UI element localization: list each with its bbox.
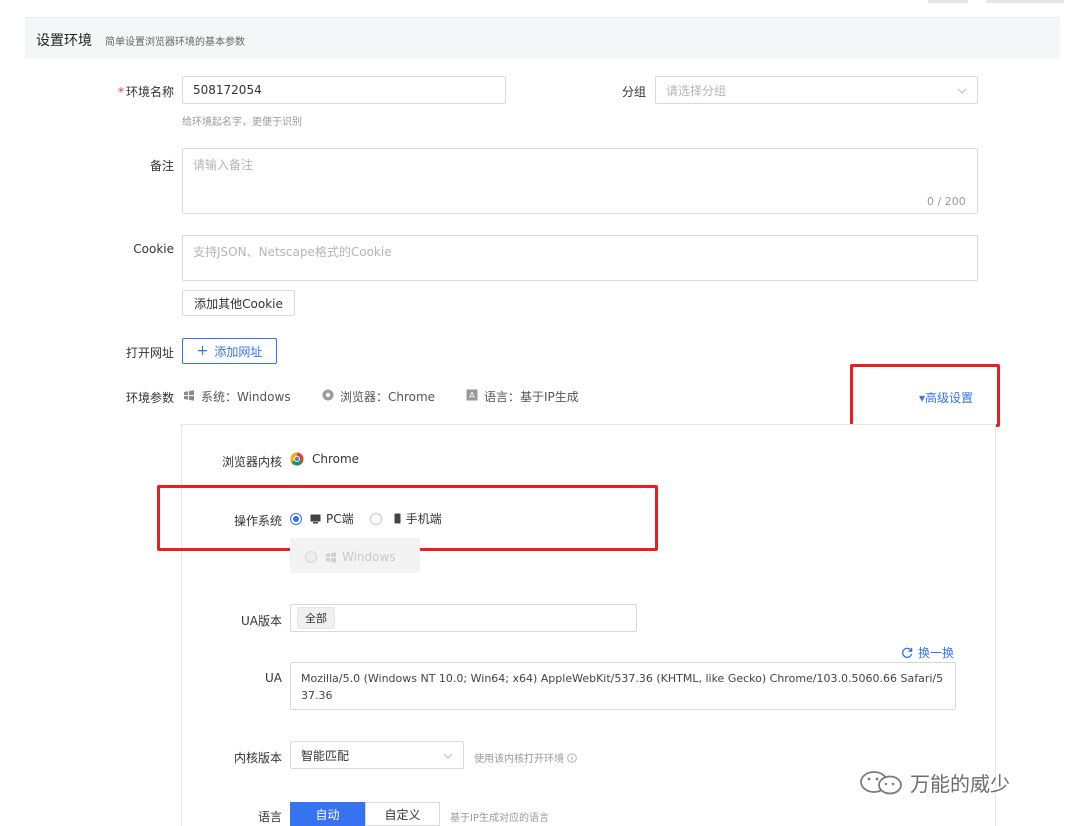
param-system-text: 系统：Windows xyxy=(201,390,291,404)
group-label: 分组 xyxy=(621,85,646,99)
cookie-textarea[interactable]: 支持JSON、Netscape格式的Cookie xyxy=(182,235,978,281)
kernel-version-hint: 使用该内核打开环境 xyxy=(474,750,577,765)
svg-text:A: A xyxy=(469,391,475,400)
kernel-version-select[interactable]: 智能匹配 xyxy=(290,741,464,769)
env-name-value: 508172054 xyxy=(193,83,262,97)
annotation-box-advanced xyxy=(850,364,1000,427)
param-language: A 语言：基于IP生成 xyxy=(466,388,579,405)
kernel-version-hint-text: 使用该内核打开环境 xyxy=(474,754,564,765)
remark-placeholder: 请输入备注 xyxy=(193,158,254,172)
env-params-label: 环境参数 xyxy=(125,391,174,405)
section-description: 简单设置浏览器环境的基本参数 xyxy=(105,37,245,48)
section-header: 设置环境 简单设置浏览器环境的基本参数 xyxy=(25,17,1060,59)
kernel-value-text: Chrome xyxy=(312,452,360,466)
watermark-text: 万能的威少 xyxy=(910,772,1010,796)
env-name-label: * 环境名称 xyxy=(100,83,174,100)
language-hint: 基于IP生成对应的语言 xyxy=(450,813,549,824)
info-icon[interactable] xyxy=(567,752,577,763)
env-name-hint: 给环境起名字，更便于识别 xyxy=(182,117,302,128)
remark-label: 备注 xyxy=(149,159,174,173)
kernel-label: 浏览器内核 xyxy=(221,455,282,469)
chrome-icon xyxy=(290,452,304,466)
chevron-down-icon xyxy=(957,83,967,97)
add-url-label: 添加网址 xyxy=(214,344,263,359)
windows-radio xyxy=(305,551,317,563)
remark-textarea[interactable]: 请输入备注 xyxy=(182,148,978,214)
env-name-input[interactable]: 508172054 xyxy=(182,76,506,104)
section-title: 设置环境 xyxy=(36,33,92,49)
required-mark: * xyxy=(117,85,124,99)
windows-icon xyxy=(183,389,195,404)
ua-version-tag: 全部 xyxy=(297,607,335,629)
ua-label: UA xyxy=(265,671,282,685)
refresh-ua-button[interactable]: 换一换 xyxy=(901,644,954,661)
ua-version-select[interactable]: 全部 xyxy=(290,604,637,632)
kernel-version-value: 智能匹配 xyxy=(301,748,350,763)
language-icon: A xyxy=(466,389,478,404)
param-system: 系统：Windows xyxy=(183,388,291,405)
kernel-version-label: 内核版本 xyxy=(233,751,282,765)
language-custom-button[interactable]: 自定义 xyxy=(365,802,440,826)
chevron-down-icon xyxy=(443,748,453,762)
group-placeholder: 请选择分组 xyxy=(666,83,727,98)
plus-icon: + xyxy=(196,343,209,359)
param-browser-text: 浏览器：Chrome xyxy=(340,390,436,404)
windows-suboption-content: Windows xyxy=(305,550,396,564)
open-url-label: 打开网址 xyxy=(125,346,174,360)
chrome-icon-gray xyxy=(322,389,334,404)
windows-suboption-label: Windows xyxy=(342,550,396,564)
group-select[interactable]: 请选择分组 xyxy=(655,76,978,104)
env-name-label-text: 环境名称 xyxy=(125,85,174,99)
kernel-value: Chrome xyxy=(290,452,359,466)
watermark: 万能的威少 xyxy=(858,768,1010,797)
ua-value: Mozilla/5.0 (Windows NT 10.0; Win64; x64… xyxy=(301,672,944,702)
cookie-label: Cookie xyxy=(133,242,174,256)
param-browser: 浏览器：Chrome xyxy=(322,388,435,405)
ua-textarea[interactable]: Mozilla/5.0 (Windows NT 10.0; Win64; x64… xyxy=(290,662,956,710)
top-edge-stub xyxy=(928,0,968,3)
cookie-placeholder: 支持JSON、Netscape格式的Cookie xyxy=(193,245,392,259)
add-url-button[interactable]: + 添加网址 xyxy=(182,338,277,364)
language-label: 语言 xyxy=(257,810,282,824)
remark-counter: 0 / 200 xyxy=(927,195,966,208)
refresh-ua-label: 换一换 xyxy=(918,646,955,660)
ua-version-label: UA版本 xyxy=(241,614,282,628)
add-cookie-button[interactable]: 添加其他Cookie xyxy=(182,290,295,316)
param-language-text: 语言：基于IP生成 xyxy=(484,390,579,404)
wechat-icon xyxy=(858,770,904,796)
windows-icon xyxy=(325,551,337,563)
refresh-icon xyxy=(901,647,913,659)
top-edge-stub xyxy=(986,0,1064,3)
language-auto-button[interactable]: 自动 xyxy=(290,802,365,826)
